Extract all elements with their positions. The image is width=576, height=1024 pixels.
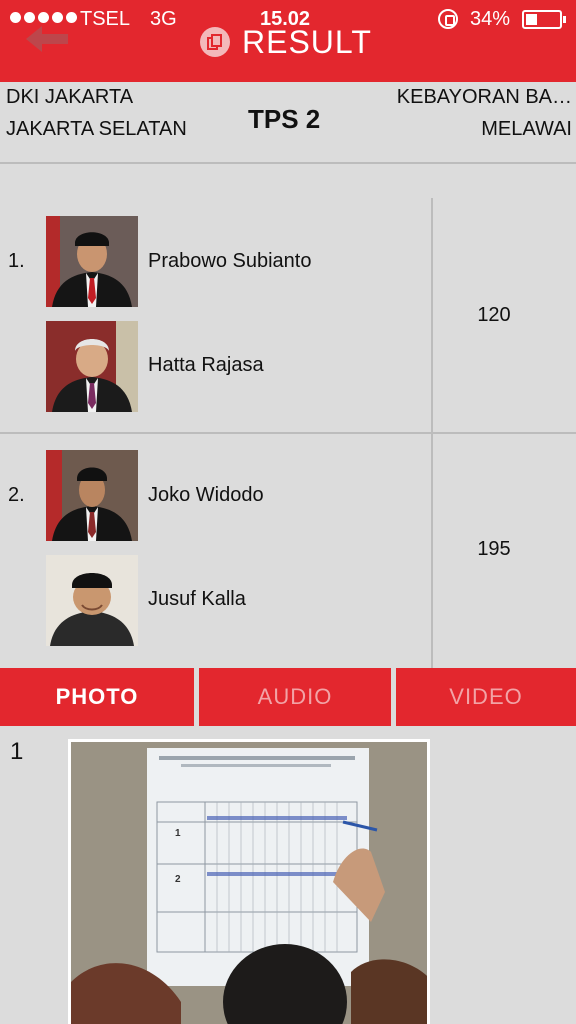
vice-president-name: Hatta Rajasa — [148, 354, 264, 376]
district-label: KEBAYORAN BA… — [396, 86, 572, 108]
tab-photo[interactable]: PHOTO — [0, 668, 194, 726]
tps-label: TPS 2 — [248, 104, 321, 134]
vote-count: 120 — [477, 304, 511, 326]
president-name: Joko Widodo — [148, 484, 264, 506]
tally-sheet-photo[interactable]: 1 2 — [68, 739, 430, 1024]
pair-number: 2. — [8, 484, 25, 506]
signal-strength-icon — [10, 12, 77, 23]
vice-president-photo — [46, 555, 138, 646]
page-title: RESULT — [242, 23, 372, 60]
battery-tip — [563, 16, 566, 23]
header-title-group: RESULT — [200, 22, 372, 62]
media-index: 1 — [10, 738, 24, 765]
president-photo — [46, 450, 138, 541]
carrier-name: TSEL — [80, 8, 131, 30]
battery-percent: 34% — [470, 8, 511, 30]
vice-president-name: Jusuf Kalla — [148, 588, 246, 610]
copy-logo-icon — [200, 27, 230, 57]
president-photo — [46, 216, 138, 307]
svg-text:2: 2 — [175, 874, 181, 885]
media-tabs: PHOTO AUDIO VIDEO — [0, 668, 576, 726]
app-header: TSEL 3G 15.02 34% RESULT — [0, 0, 576, 82]
vote-count: 195 — [477, 538, 511, 560]
province-label: DKI JAKARTA — [6, 86, 134, 108]
pair-number: 1. — [8, 250, 25, 272]
candidate-list: 1. Prabowo Subianto Hatta Rajasa 120 2. … — [0, 198, 576, 668]
svg-text:1: 1 — [175, 828, 181, 839]
candidate-pair: 2. Joko Widodo Jusuf Kalla 195 — [0, 434, 576, 668]
tab-audio[interactable]: AUDIO — [199, 668, 391, 726]
battery-icon — [522, 10, 562, 29]
president-name: Prabowo Subianto — [148, 250, 312, 272]
city-label: JAKARTA SELATAN — [6, 118, 187, 140]
location-band: DKI JAKARTA JAKARTA SELATAN TPS 2 KEBAYO… — [0, 82, 576, 164]
candidate-pair: 1. Prabowo Subianto Hatta Rajasa 120 — [0, 198, 576, 434]
tab-video[interactable]: VIDEO — [396, 668, 576, 726]
back-arrow-icon[interactable] — [24, 24, 72, 54]
rotation-lock-icon — [438, 9, 458, 29]
vice-president-photo — [46, 321, 138, 412]
village-label: MELAWAI — [481, 118, 572, 140]
network-type: 3G — [150, 8, 177, 30]
